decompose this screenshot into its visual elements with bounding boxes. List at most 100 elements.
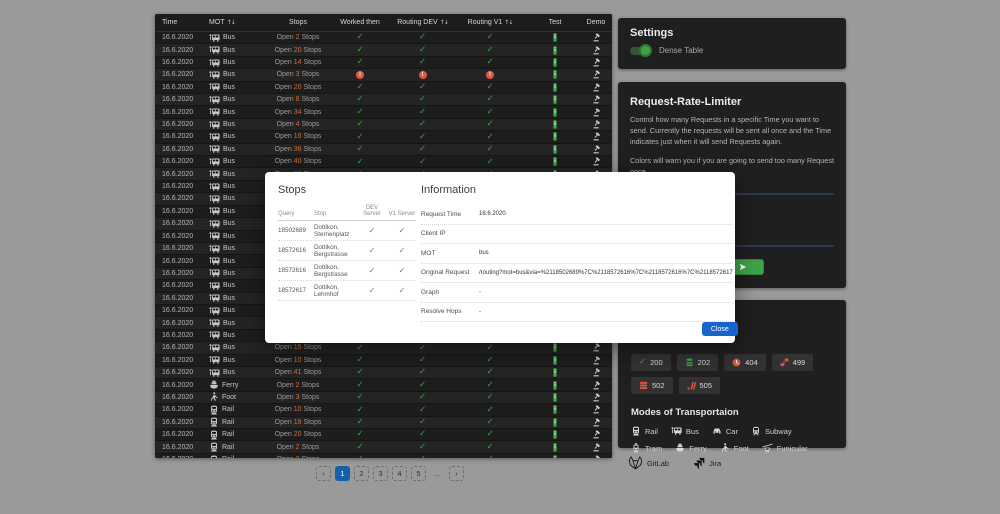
mode-tram[interactable]: Tram: [631, 443, 662, 453]
open-stops-link[interactable]: Open 40 Stops: [271, 158, 325, 165]
table-row[interactable]: 16.6.2020FerryOpen 2 Stops✓✓✓: [155, 379, 612, 391]
table-row[interactable]: 16.6.2020BusOpen 40 Stops✓✓✓: [155, 156, 612, 168]
table-row[interactable]: 16.6.2020RailOpen 20 Stops✓✓✓: [155, 429, 612, 441]
table-row[interactable]: 16.6.2020BusOpen 10 Stops✓✓✓: [155, 355, 612, 367]
demo-cell[interactable]: [580, 145, 612, 154]
test-cell[interactable]: [530, 418, 580, 427]
open-stops-link[interactable]: Open 3 Stops: [271, 71, 325, 78]
mode-car[interactable]: Car: [712, 426, 738, 436]
table-row[interactable]: 16.6.2020BusOpen 20 Stops✓✓✓: [155, 44, 612, 56]
table-row[interactable]: 16.6.2020RailOpen 10 Stops✓✓✓: [155, 404, 612, 416]
mode-ferry[interactable]: Ferry: [675, 443, 707, 453]
test-cell[interactable]: [530, 58, 580, 67]
demo-cell[interactable]: [580, 418, 612, 427]
test-cell[interactable]: [530, 393, 580, 402]
demo-cell[interactable]: [580, 120, 612, 129]
table-row[interactable]: 16.6.2020BusOpen 36 Stops✓✓✓: [155, 144, 612, 156]
mode-foot[interactable]: Foot: [720, 443, 749, 453]
test-cell[interactable]: [530, 343, 580, 352]
page-button-5[interactable]: 5: [411, 466, 426, 481]
status-chip-202[interactable]: 202: [677, 354, 719, 371]
demo-cell[interactable]: [580, 430, 612, 439]
open-stops-link[interactable]: Open 41 Stops: [271, 369, 325, 376]
open-stops-link[interactable]: Open 3 Stops: [271, 394, 325, 401]
table-row[interactable]: 16.6.2020BusOpen 34 Stops✓✓✓: [155, 106, 612, 118]
demo-cell[interactable]: [580, 46, 612, 55]
test-cell[interactable]: [530, 157, 580, 166]
test-cell[interactable]: [530, 33, 580, 42]
open-stops-link[interactable]: Open 20 Stops: [271, 47, 325, 54]
table-row[interactable]: 16.6.2020BusOpen 20 Stops✓✓✓: [155, 82, 612, 94]
test-cell[interactable]: [530, 368, 580, 377]
prev-page-button[interactable]: ‹: [316, 466, 331, 481]
table-row[interactable]: 16.6.2020RailOpen 18 Stops✓✓✓: [155, 417, 612, 429]
test-cell[interactable]: [530, 455, 580, 458]
mode-bus[interactable]: Bus: [671, 426, 699, 436]
status-chip-404[interactable]: 404: [724, 354, 766, 371]
open-stops-link[interactable]: Open 2 Stops: [271, 34, 325, 41]
open-stops-link[interactable]: Open 14 Stops: [271, 59, 325, 66]
open-stops-link[interactable]: Open 34 Stops: [271, 109, 325, 116]
demo-cell[interactable]: [580, 157, 612, 166]
gitlab-link[interactable]: GitLab: [628, 456, 669, 470]
status-chip-200[interactable]: ✓200: [631, 354, 671, 371]
open-stops-link[interactable]: Open 15 Stops: [271, 344, 325, 351]
table-row[interactable]: 16.6.2020BusOpen 8 Stops✓✓✓: [155, 94, 612, 106]
demo-cell[interactable]: [580, 455, 612, 458]
page-button-3[interactable]: 3: [373, 466, 388, 481]
demo-cell[interactable]: [580, 95, 612, 104]
demo-cell[interactable]: [580, 368, 612, 377]
column-header-routing-v1[interactable]: Routing V1↑↓: [450, 19, 530, 26]
jira-link[interactable]: Jira: [693, 457, 721, 469]
status-chip-502[interactable]: 502: [631, 377, 673, 394]
open-stops-link[interactable]: Open 8 Stops: [271, 96, 325, 103]
table-row[interactable]: 16.6.2020RailOpen 2 Stops✓✓✓: [155, 441, 612, 453]
mode-funicular[interactable]: Funicular: [762, 443, 808, 453]
demo-cell[interactable]: [580, 405, 612, 414]
demo-cell[interactable]: [580, 70, 612, 79]
test-cell[interactable]: [530, 145, 580, 154]
mode-rail[interactable]: Rail: [631, 426, 658, 436]
test-cell[interactable]: [530, 120, 580, 129]
page-button-4[interactable]: 4: [392, 466, 407, 481]
demo-cell[interactable]: [580, 108, 612, 117]
demo-cell[interactable]: [580, 381, 612, 390]
table-row[interactable]: 16.6.2020BusOpen 4 Stops✓✓✓: [155, 119, 612, 131]
table-row[interactable]: 16.6.2020BusOpen 3 Stops!!!: [155, 69, 612, 81]
table-row[interactable]: 16.6.2020BusOpen 41 Stops✓✓✓: [155, 367, 612, 379]
test-cell[interactable]: [530, 443, 580, 452]
open-stops-link[interactable]: Open 2 Stops: [271, 456, 325, 458]
open-stops-link[interactable]: Open 36 Stops: [271, 146, 325, 153]
test-cell[interactable]: [530, 108, 580, 117]
table-row[interactable]: 16.6.2020BusOpen 15 Stops✓✓✓: [155, 342, 612, 354]
table-row[interactable]: 16.6.2020BusOpen 2 Stops✓✓✓: [155, 32, 612, 44]
open-stops-link[interactable]: Open 10 Stops: [271, 406, 325, 413]
test-cell[interactable]: [530, 430, 580, 439]
open-stops-link[interactable]: Open 10 Stops: [271, 357, 325, 364]
open-stops-link[interactable]: Open 2 Stops: [271, 382, 325, 389]
open-stops-link[interactable]: Open 4 Stops: [271, 121, 325, 128]
test-cell[interactable]: [530, 132, 580, 141]
status-chip-499[interactable]: 499: [772, 354, 814, 371]
test-cell[interactable]: [530, 356, 580, 365]
demo-cell[interactable]: [580, 83, 612, 92]
table-row[interactable]: 16.6.2020RailOpen 2 Stops✓✓✓: [155, 454, 612, 458]
dense-table-toggle[interactable]: [630, 47, 650, 55]
next-page-button[interactable]: ›: [449, 466, 464, 481]
mode-subway[interactable]: Subway: [751, 426, 792, 436]
demo-cell[interactable]: [580, 356, 612, 365]
demo-cell[interactable]: [580, 58, 612, 67]
demo-cell[interactable]: [580, 132, 612, 141]
demo-cell[interactable]: [580, 33, 612, 42]
open-stops-link[interactable]: Open 20 Stops: [271, 431, 325, 438]
column-header-routing-dev[interactable]: Routing DEV↑↓: [395, 19, 450, 26]
open-stops-link[interactable]: Open 16 Stops: [271, 133, 325, 140]
test-cell[interactable]: [530, 83, 580, 92]
demo-cell[interactable]: [580, 343, 612, 352]
test-cell[interactable]: [530, 381, 580, 390]
demo-cell[interactable]: [580, 393, 612, 402]
open-stops-link[interactable]: Open 20 Stops: [271, 84, 325, 91]
status-chip-505[interactable]: 505: [679, 377, 721, 394]
test-cell[interactable]: [530, 95, 580, 104]
demo-cell[interactable]: [580, 443, 612, 452]
